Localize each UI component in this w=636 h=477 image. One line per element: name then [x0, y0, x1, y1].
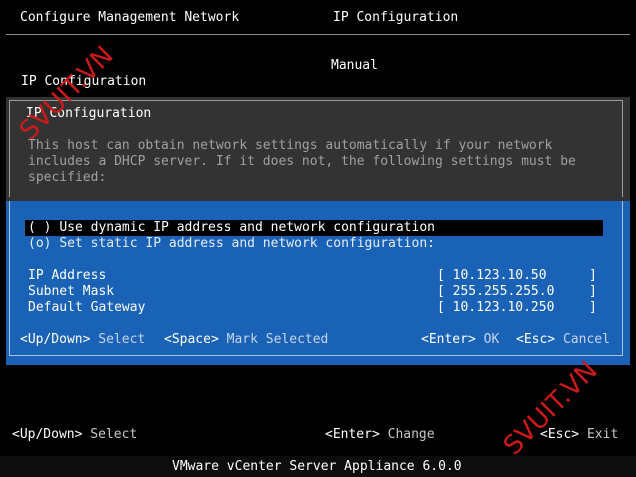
- ip-configuration-dialog: IP Configuration This host can obtain ne…: [6, 97, 630, 365]
- subnet-mask-label: Subnet Mask: [28, 284, 115, 299]
- up-down-key: <Up/Down>: [20, 332, 91, 347]
- radio-dynamic[interactable]: ( ): [28, 220, 51, 235]
- option-static-ip[interactable]: (o) Set static IP address and network co…: [28, 236, 435, 252]
- screen-subtitle: IP Configuration: [333, 10, 459, 25]
- dialog-hint-ok[interactable]: <Enter> OK: [421, 332, 499, 348]
- ok-action: OK: [483, 332, 500, 347]
- hint-up-down-key: <Up/Down>: [12, 427, 83, 442]
- mode-value: Manual: [331, 58, 378, 73]
- hint-select-action: Select: [90, 427, 138, 442]
- default-gateway-field[interactable]: [ 10.123.10.250: [437, 300, 554, 316]
- dialog-hint-cancel[interactable]: <Esc> Cancel: [516, 332, 610, 348]
- option-dynamic-label: Use dynamic IP address and network confi…: [59, 220, 435, 235]
- ip-address-field-end: ]: [589, 268, 597, 283]
- hint-enter-key: <Enter>: [325, 427, 380, 442]
- option-static-label: Set static IP address and network config…: [59, 236, 435, 251]
- space-key: <Space>: [164, 332, 219, 347]
- select-action: Select: [98, 332, 146, 347]
- option-dynamic-ip[interactable]: ( ) Use dynamic IP address and network c…: [28, 220, 435, 236]
- dialog-header: IP Configuration This host can obtain ne…: [6, 97, 630, 201]
- ip-address-label: IP Address: [28, 268, 107, 283]
- radio-static[interactable]: (o): [28, 236, 51, 251]
- ip-address-value[interactable]: 10.123.10.50: [453, 268, 547, 283]
- cancel-action: Cancel: [562, 332, 610, 347]
- subnet-mask-field-end: ]: [589, 284, 597, 299]
- hint-select[interactable]: <Up/Down> Select: [12, 427, 137, 443]
- enter-key: <Enter>: [421, 332, 476, 347]
- header-divider: [6, 34, 630, 35]
- mark-selected-action: Mark Selected: [226, 332, 329, 347]
- watermark-bottom-right: SVUIT.VN: [498, 355, 604, 462]
- esc-key: <Esc>: [516, 332, 556, 347]
- hint-exit-action: Exit: [586, 427, 619, 442]
- default-gateway-label: Default Gateway: [28, 300, 146, 315]
- default-gateway-field-end: ]: [589, 300, 597, 315]
- description-line-2: includes a DHCP server. If it does not, …: [28, 154, 576, 169]
- hint-exit[interactable]: <Esc> Exit: [540, 427, 618, 443]
- subnet-mask-value[interactable]: 255.255.255.0: [453, 284, 555, 299]
- dialog-hint-mark[interactable]: <Space> Mark Selected: [164, 332, 328, 348]
- hint-change[interactable]: <Enter> Change: [325, 427, 435, 443]
- hint-change-action: Change: [387, 427, 435, 442]
- description-line-3: specified:: [28, 170, 107, 185]
- default-gateway-value[interactable]: 10.123.10.250: [453, 300, 555, 315]
- dialog-hint-select[interactable]: <Up/Down> Select: [20, 332, 145, 348]
- screen-title: Configure Management Network: [20, 10, 240, 25]
- subnet-mask-field[interactable]: [ 255.255.255.0: [437, 284, 554, 300]
- ip-address-field[interactable]: [ 10.123.10.50: [437, 268, 547, 284]
- description-line-1: This host can obtain network settings au…: [28, 138, 553, 153]
- product-name: VMware vCenter Server Appliance 6.0.0: [172, 459, 462, 474]
